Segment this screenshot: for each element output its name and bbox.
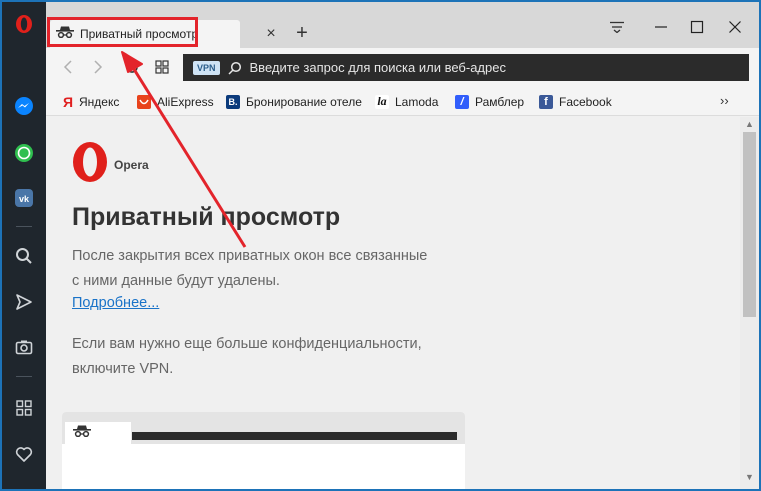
opera-brand: Opera — [72, 141, 149, 188]
bookmark-yandex[interactable]: Я Яндекс — [63, 93, 119, 110]
bookmark-lamoda[interactable]: la Lamoda — [375, 93, 438, 110]
description-line: с ними данные будут удалены. — [72, 273, 280, 289]
scrollbar[interactable]: ▲ ▼ — [740, 117, 759, 489]
scrollbar-thumb[interactable] — [743, 132, 756, 317]
bookmark-facebook[interactable]: f Facebook — [539, 93, 612, 110]
facebook-icon: f — [539, 94, 553, 109]
learn-more-link[interactable]: Подробнее... — [72, 295, 159, 311]
bookmark-label: Рамблер — [475, 94, 525, 109]
bookmarks-bar: Я Яндекс AliExpress B. Бронирование отел… — [46, 86, 759, 116]
tab-close-button[interactable]: × — [262, 25, 280, 43]
address-search-icon — [227, 61, 242, 75]
description-line: После закрытия всех приватных окон все с… — [72, 248, 428, 264]
send-icon[interactable] — [2, 286, 46, 318]
svg-text:vk: vk — [19, 194, 30, 204]
private-window-illustration — [62, 412, 465, 489]
bookmark-aliexpress[interactable]: AliExpress — [137, 93, 214, 110]
scroll-down-arrow-icon[interactable]: ▼ — [745, 472, 754, 482]
illustration-tab — [65, 422, 131, 444]
opera-logo-icon — [72, 141, 108, 188]
apps-icon[interactable] — [2, 392, 46, 424]
booking-icon: B. — [226, 94, 240, 109]
tab-menu-icon[interactable] — [602, 14, 632, 40]
vpn-badge[interactable]: VPN — [193, 60, 220, 75]
rambler-icon: / — [455, 94, 469, 109]
bookmark-label: Facebook — [559, 94, 612, 109]
heart-icon[interactable] — [2, 438, 46, 470]
lamoda-icon: la — [375, 94, 389, 109]
speed-dial-icon[interactable] — [152, 57, 172, 77]
tab-bar: Приватный просмотр × + — [46, 2, 759, 48]
aliexpress-icon — [137, 94, 151, 109]
address-bar[interactable]: VPN Введите запрос для поиска или веб-ад… — [183, 54, 749, 81]
bookmark-booking[interactable]: B. Бронирование отеле — [226, 93, 362, 110]
illustration-tab-bar — [62, 412, 465, 444]
bookmark-label: AliExpress — [157, 94, 214, 109]
reload-button[interactable] — [122, 57, 142, 77]
camera-icon[interactable] — [2, 331, 46, 363]
vpn-hint-line: включите VPN. — [72, 361, 174, 377]
back-button[interactable] — [58, 57, 78, 77]
page-title: Приватный просмотр — [72, 203, 341, 231]
opera-logo-icon[interactable] — [2, 8, 46, 40]
close-window-button[interactable] — [720, 14, 750, 40]
yandex-icon: Я — [62, 93, 74, 110]
bookmark-label: Яндекс — [79, 94, 120, 109]
incognito-icon — [73, 424, 91, 442]
opera-brand-name: Opera — [114, 157, 149, 172]
whatsapp-icon[interactable] — [2, 137, 46, 169]
tab-private[interactable]: Приватный просмотр — [50, 20, 240, 48]
bookmarks-more-button[interactable]: ›› — [720, 93, 729, 108]
messenger-icon[interactable] — [2, 90, 46, 122]
navigation-bar: VPN Введите запрос для поиска или веб-ад… — [46, 48, 759, 86]
vpn-hint-line: Если вам нужно еще больше конфиденциальн… — [72, 336, 422, 352]
vk-icon[interactable]: vk — [2, 182, 46, 214]
minimize-button[interactable] — [646, 14, 676, 40]
bookmark-label: Lamoda — [395, 94, 439, 109]
search-icon[interactable] — [2, 240, 46, 272]
address-input[interactable]: Введите запрос для поиска или веб-адрес — [250, 60, 506, 75]
sidebar: vk — [2, 2, 46, 489]
bookmark-label: Бронирование отеле — [246, 94, 362, 109]
incognito-icon — [56, 25, 74, 43]
bookmark-rambler[interactable]: / Рамблер — [455, 93, 524, 110]
browser-window: vk Приватный просмотр × + VPN Введите за… — [0, 0, 761, 491]
scroll-up-arrow-icon[interactable]: ▲ — [745, 119, 754, 129]
maximize-button[interactable] — [682, 14, 712, 40]
illustration-address-bar — [132, 432, 457, 440]
tab-title: Приватный просмотр — [80, 27, 199, 41]
page-content: Opera Приватный просмотр После закрытия … — [46, 117, 740, 489]
forward-button[interactable] — [88, 57, 108, 77]
new-tab-button[interactable]: + — [291, 22, 313, 44]
